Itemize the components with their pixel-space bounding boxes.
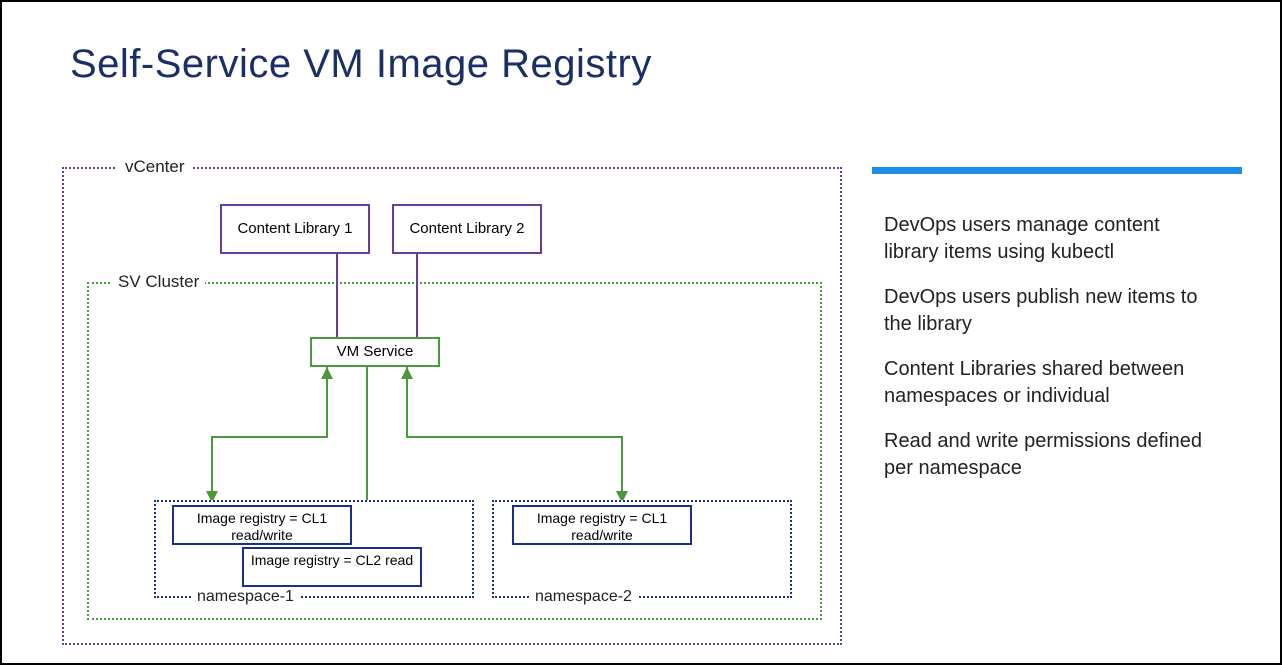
namespace-1-label: namespace-1 — [191, 588, 300, 606]
accent-bar — [872, 167, 1242, 174]
vcenter-label: vCenter — [117, 157, 193, 177]
content-library-2-box: Content Library 2 — [392, 204, 542, 254]
bullet-list: DevOps users manage content library item… — [884, 212, 1214, 500]
architecture-diagram: vCenter SV Cluster Content Library 1 Con… — [62, 167, 842, 645]
vm-service-box: VM Service — [310, 337, 440, 367]
ns1-registry-cl1: Image registry = CL1 read/write — [172, 505, 352, 545]
bullet-item: DevOps users publish new items to the li… — [884, 284, 1214, 338]
bullet-item: Read and write permissions defined per n… — [884, 428, 1214, 482]
bullet-item: DevOps users manage content library item… — [884, 212, 1214, 266]
page-title: Self-Service VM Image Registry — [70, 42, 652, 87]
sv-cluster-label: SV Cluster — [112, 272, 205, 292]
bullet-item: Content Libraries shared between namespa… — [884, 356, 1214, 410]
content-library-1-box: Content Library 1 — [220, 204, 370, 254]
namespace-2-label: namespace-2 — [529, 588, 638, 606]
ns1-registry-cl2: Image registry = CL2 read — [242, 547, 422, 587]
ns2-registry-cl1: Image registry = CL1 read/write — [512, 505, 692, 545]
